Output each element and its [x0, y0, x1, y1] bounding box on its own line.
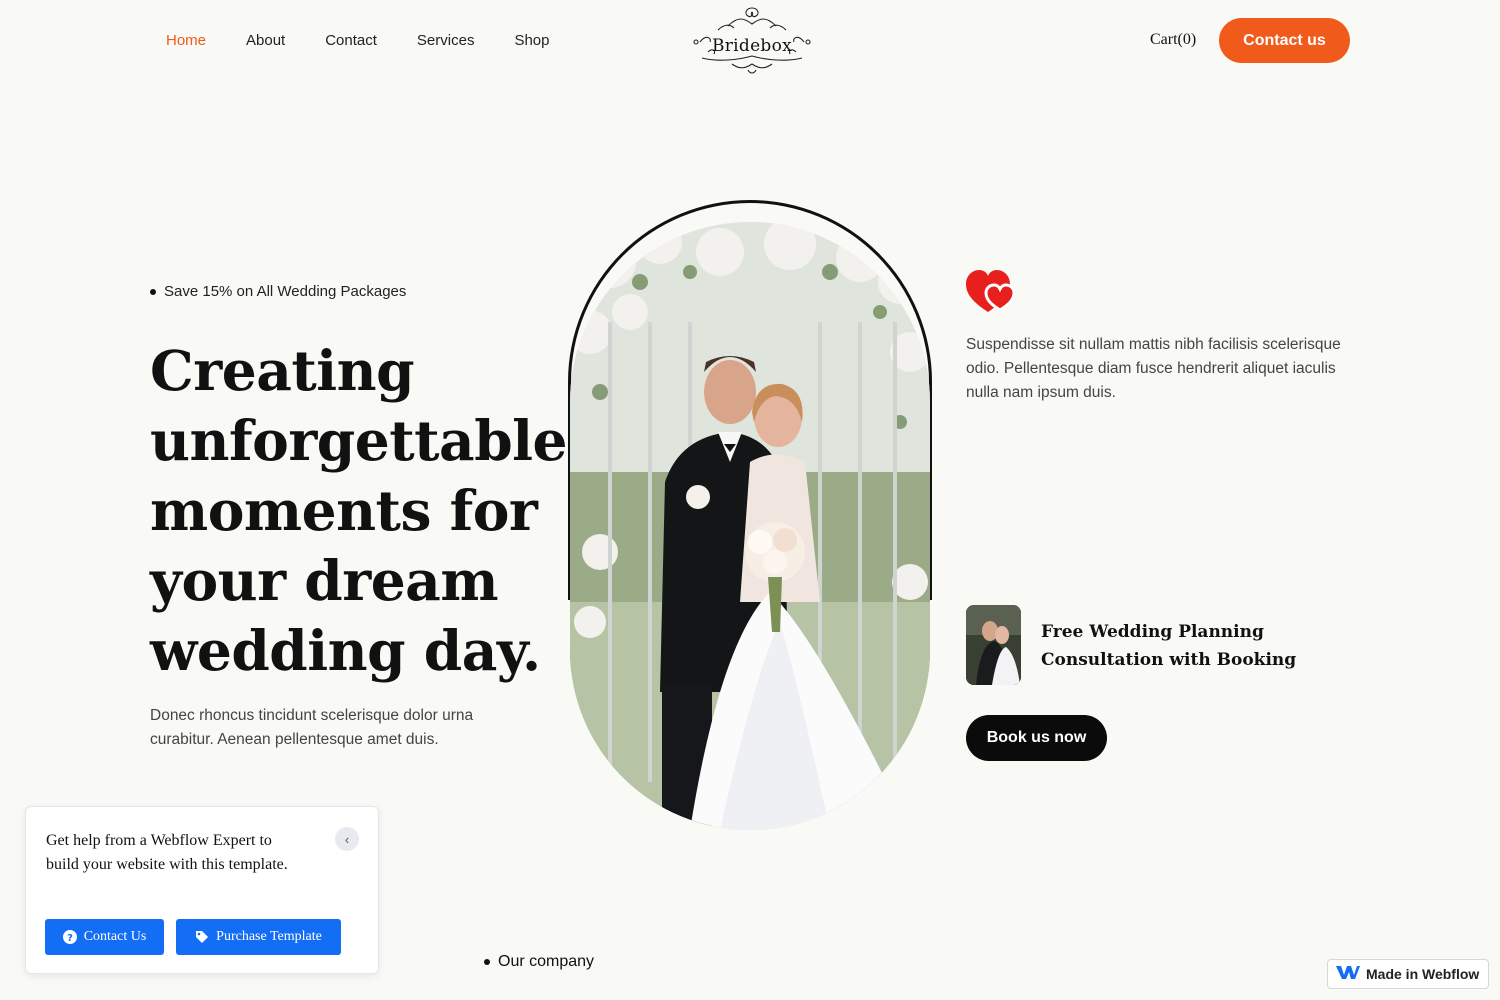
our-company-text: Our company: [498, 953, 595, 970]
site-logo[interactable]: Bridebox: [688, 4, 816, 76]
consultation-thumbnail: [966, 605, 1021, 685]
help-contact-us-button[interactable]: ? Contact Us: [45, 919, 164, 955]
cart-link[interactable]: Cart(0): [1150, 31, 1196, 49]
tag-icon: [195, 930, 209, 944]
nav-links: Home About Contact Services Shop: [166, 32, 590, 49]
hero-subtitle: Donec rhoncus tincidunt scelerisque dolo…: [150, 707, 474, 748]
purchase-template-label: Purchase Template: [216, 929, 322, 944]
right-description: Suspendisse sit nullam mattis nibh facil…: [966, 336, 1341, 401]
webflow-logo-icon: [1336, 964, 1360, 985]
made-in-webflow-label: Made in Webflow: [1366, 966, 1480, 982]
purchase-template-button[interactable]: Purchase Template: [176, 919, 341, 955]
logo-text: Bridebox: [711, 36, 793, 56]
collapse-popup-button[interactable]: ‹: [335, 827, 359, 851]
nav-link-shop[interactable]: Shop: [514, 32, 549, 49]
wedding-couple-photo: [570, 222, 930, 830]
bullet-icon: [150, 288, 156, 295]
consultation-title: Free Wedding Planning Consultation with …: [1041, 622, 1297, 670]
hero-arch-image: [568, 200, 932, 830]
help-popup-text: Get help from a Webflow Expert to build …: [46, 832, 288, 873]
contact-us-button[interactable]: Contact us: [1219, 18, 1350, 63]
chevron-left-icon: ‹: [344, 831, 350, 847]
webflow-help-popup: Get help from a Webflow Expert to build …: [25, 806, 379, 974]
made-in-webflow-badge[interactable]: Made in Webflow: [1327, 959, 1489, 989]
hero-title: Creating unforgettable moments for your …: [150, 338, 568, 683]
svg-text:?: ?: [67, 933, 73, 944]
wedding-couple-illustration: [570, 222, 930, 830]
help-contact-us-label: Contact Us: [83, 929, 147, 944]
book-us-now-button[interactable]: Book us now: [966, 715, 1107, 761]
nav-link-about[interactable]: About: [246, 32, 285, 49]
our-company-label: Our company: [484, 953, 594, 971]
nav-link-home[interactable]: Home: [166, 32, 206, 49]
nav-link-services[interactable]: Services: [417, 32, 475, 49]
nav-link-contact[interactable]: Contact: [325, 32, 377, 49]
top-navigation: Home About Contact Services Shop Bridebo…: [0, 0, 1500, 82]
help-circle-icon: ?: [62, 930, 77, 944]
promo-tag: Save 15% on All Wedding Packages: [150, 283, 406, 300]
promo-text: Save 15% on All Wedding Packages: [164, 283, 407, 300]
hearts-icon: [966, 270, 1016, 314]
bullet-icon: [484, 959, 490, 965]
